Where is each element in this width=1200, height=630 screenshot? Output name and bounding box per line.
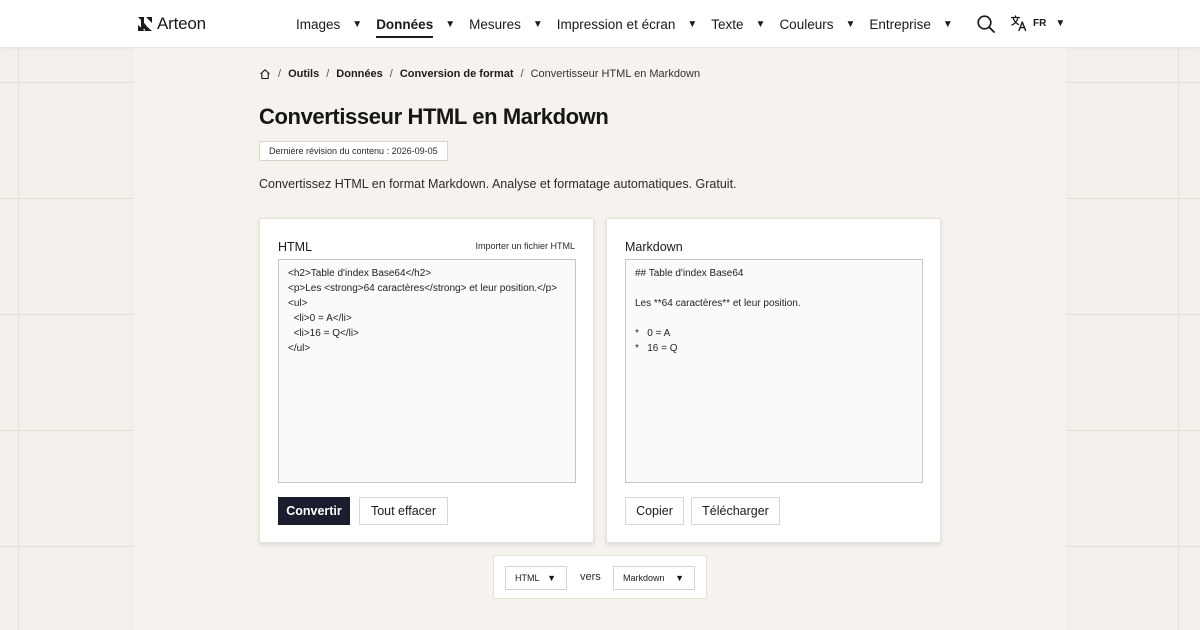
top-navigation-bar: Arteon Images ▼ Données ▼ Mesures ▼ Impr…: [0, 0, 1200, 48]
nav-item-images[interactable]: Images ▼: [296, 0, 362, 48]
language-code: FR: [1033, 17, 1047, 29]
copy-button[interactable]: Copier: [625, 497, 684, 525]
home-icon[interactable]: [259, 68, 271, 80]
chevron-down-icon: ▼: [845, 18, 856, 30]
brand-logo[interactable]: Arteon: [137, 14, 206, 34]
breadcrumb-current: Convertisseur HTML en Markdown: [530, 68, 701, 80]
nav-item-entreprise[interactable]: Entreprise ▼: [869, 0, 952, 48]
search-button[interactable]: [976, 14, 996, 34]
nav-item-mesures[interactable]: Mesures ▼: [469, 0, 543, 48]
breadcrumb-item-conversion[interactable]: Conversion de format: [400, 68, 514, 80]
breadcrumb-separator: /: [278, 68, 282, 80]
chevron-down-icon: ▼: [547, 573, 556, 583]
nav-item-couleurs[interactable]: Couleurs ▼: [779, 0, 855, 48]
breadcrumb-separator: /: [326, 68, 330, 80]
conversion-connector: vers: [580, 571, 601, 583]
nav-item-label: Couleurs: [779, 16, 834, 32]
search-icon: [977, 15, 995, 33]
conversion-format-bar: HTML ▼ vers Markdown ▼: [493, 555, 707, 599]
revision-badge: Dernière révision du contenu : 2026-09-0…: [259, 141, 448, 161]
chevron-down-icon: ▼: [532, 18, 543, 30]
page-description: Convertissez HTML en format Markdown. An…: [259, 177, 737, 191]
output-panel-title: Markdown: [625, 240, 683, 254]
breadcrumb-item-donnees[interactable]: Données: [336, 68, 382, 80]
chevron-down-icon: ▼: [755, 18, 766, 30]
chevron-down-icon: ▼: [1055, 17, 1066, 29]
main-content: / Outils / Données / Conversion de forma…: [134, 48, 1066, 630]
chevron-down-icon: ▼: [445, 18, 456, 30]
html-input-textarea[interactable]: <h2>Table d'index Base64</h2> <p>Les <st…: [278, 259, 576, 483]
markdown-output-textarea[interactable]: ## Table d'index Base64 Les **64 caractè…: [625, 259, 923, 483]
breadcrumb-separator: /: [389, 68, 393, 80]
nav-item-label: Entreprise: [869, 16, 931, 32]
breadcrumb-item-outils[interactable]: Outils: [288, 68, 319, 80]
chevron-down-icon: ▼: [942, 18, 953, 30]
nav-item-donnees[interactable]: Données ▼: [376, 0, 455, 48]
chevron-down-icon: ▼: [675, 573, 684, 583]
html-input-card: HTML Importer un fichier HTML <h2>Table …: [259, 218, 594, 543]
arteon-logo-icon: [138, 17, 152, 31]
main-nav: Images ▼ Données ▼ Mesures ▼ Impression …: [296, 0, 967, 48]
source-format-value: HTML: [515, 573, 540, 583]
target-format-value: Markdown: [623, 573, 665, 583]
source-format-select[interactable]: HTML ▼: [505, 566, 567, 590]
nav-item-impression[interactable]: Impression et écran ▼: [557, 0, 697, 48]
page-title: Convertisseur HTML en Markdown: [259, 104, 609, 129]
nav-item-label: Mesures: [469, 16, 521, 32]
import-html-file-link[interactable]: Importer un fichier HTML: [475, 241, 575, 251]
nav-item-label: Impression et écran: [556, 16, 676, 32]
chevron-down-icon: ▼: [352, 18, 363, 30]
breadcrumb: / Outils / Données / Conversion de forma…: [259, 68, 700, 80]
nav-item-label: Données: [376, 16, 434, 38]
markdown-output-card: Markdown ## Table d'index Base64 Les **6…: [606, 218, 941, 543]
translate-icon: [1010, 15, 1027, 32]
target-format-select[interactable]: Markdown ▼: [613, 566, 695, 590]
clear-all-button[interactable]: Tout effacer: [359, 497, 448, 525]
brand-name: Arteon: [157, 14, 206, 33]
nav-item-texte[interactable]: Texte ▼: [711, 0, 765, 48]
chevron-down-icon: ▼: [687, 18, 698, 30]
nav-item-label: Texte: [711, 16, 744, 32]
nav-item-label: Images: [296, 16, 341, 32]
language-selector[interactable]: FR ▼: [1010, 14, 1065, 32]
convert-button[interactable]: Convertir: [278, 497, 350, 525]
input-panel-title: HTML: [278, 240, 313, 254]
download-button[interactable]: Télécharger: [691, 497, 780, 525]
breadcrumb-separator: /: [520, 68, 524, 80]
